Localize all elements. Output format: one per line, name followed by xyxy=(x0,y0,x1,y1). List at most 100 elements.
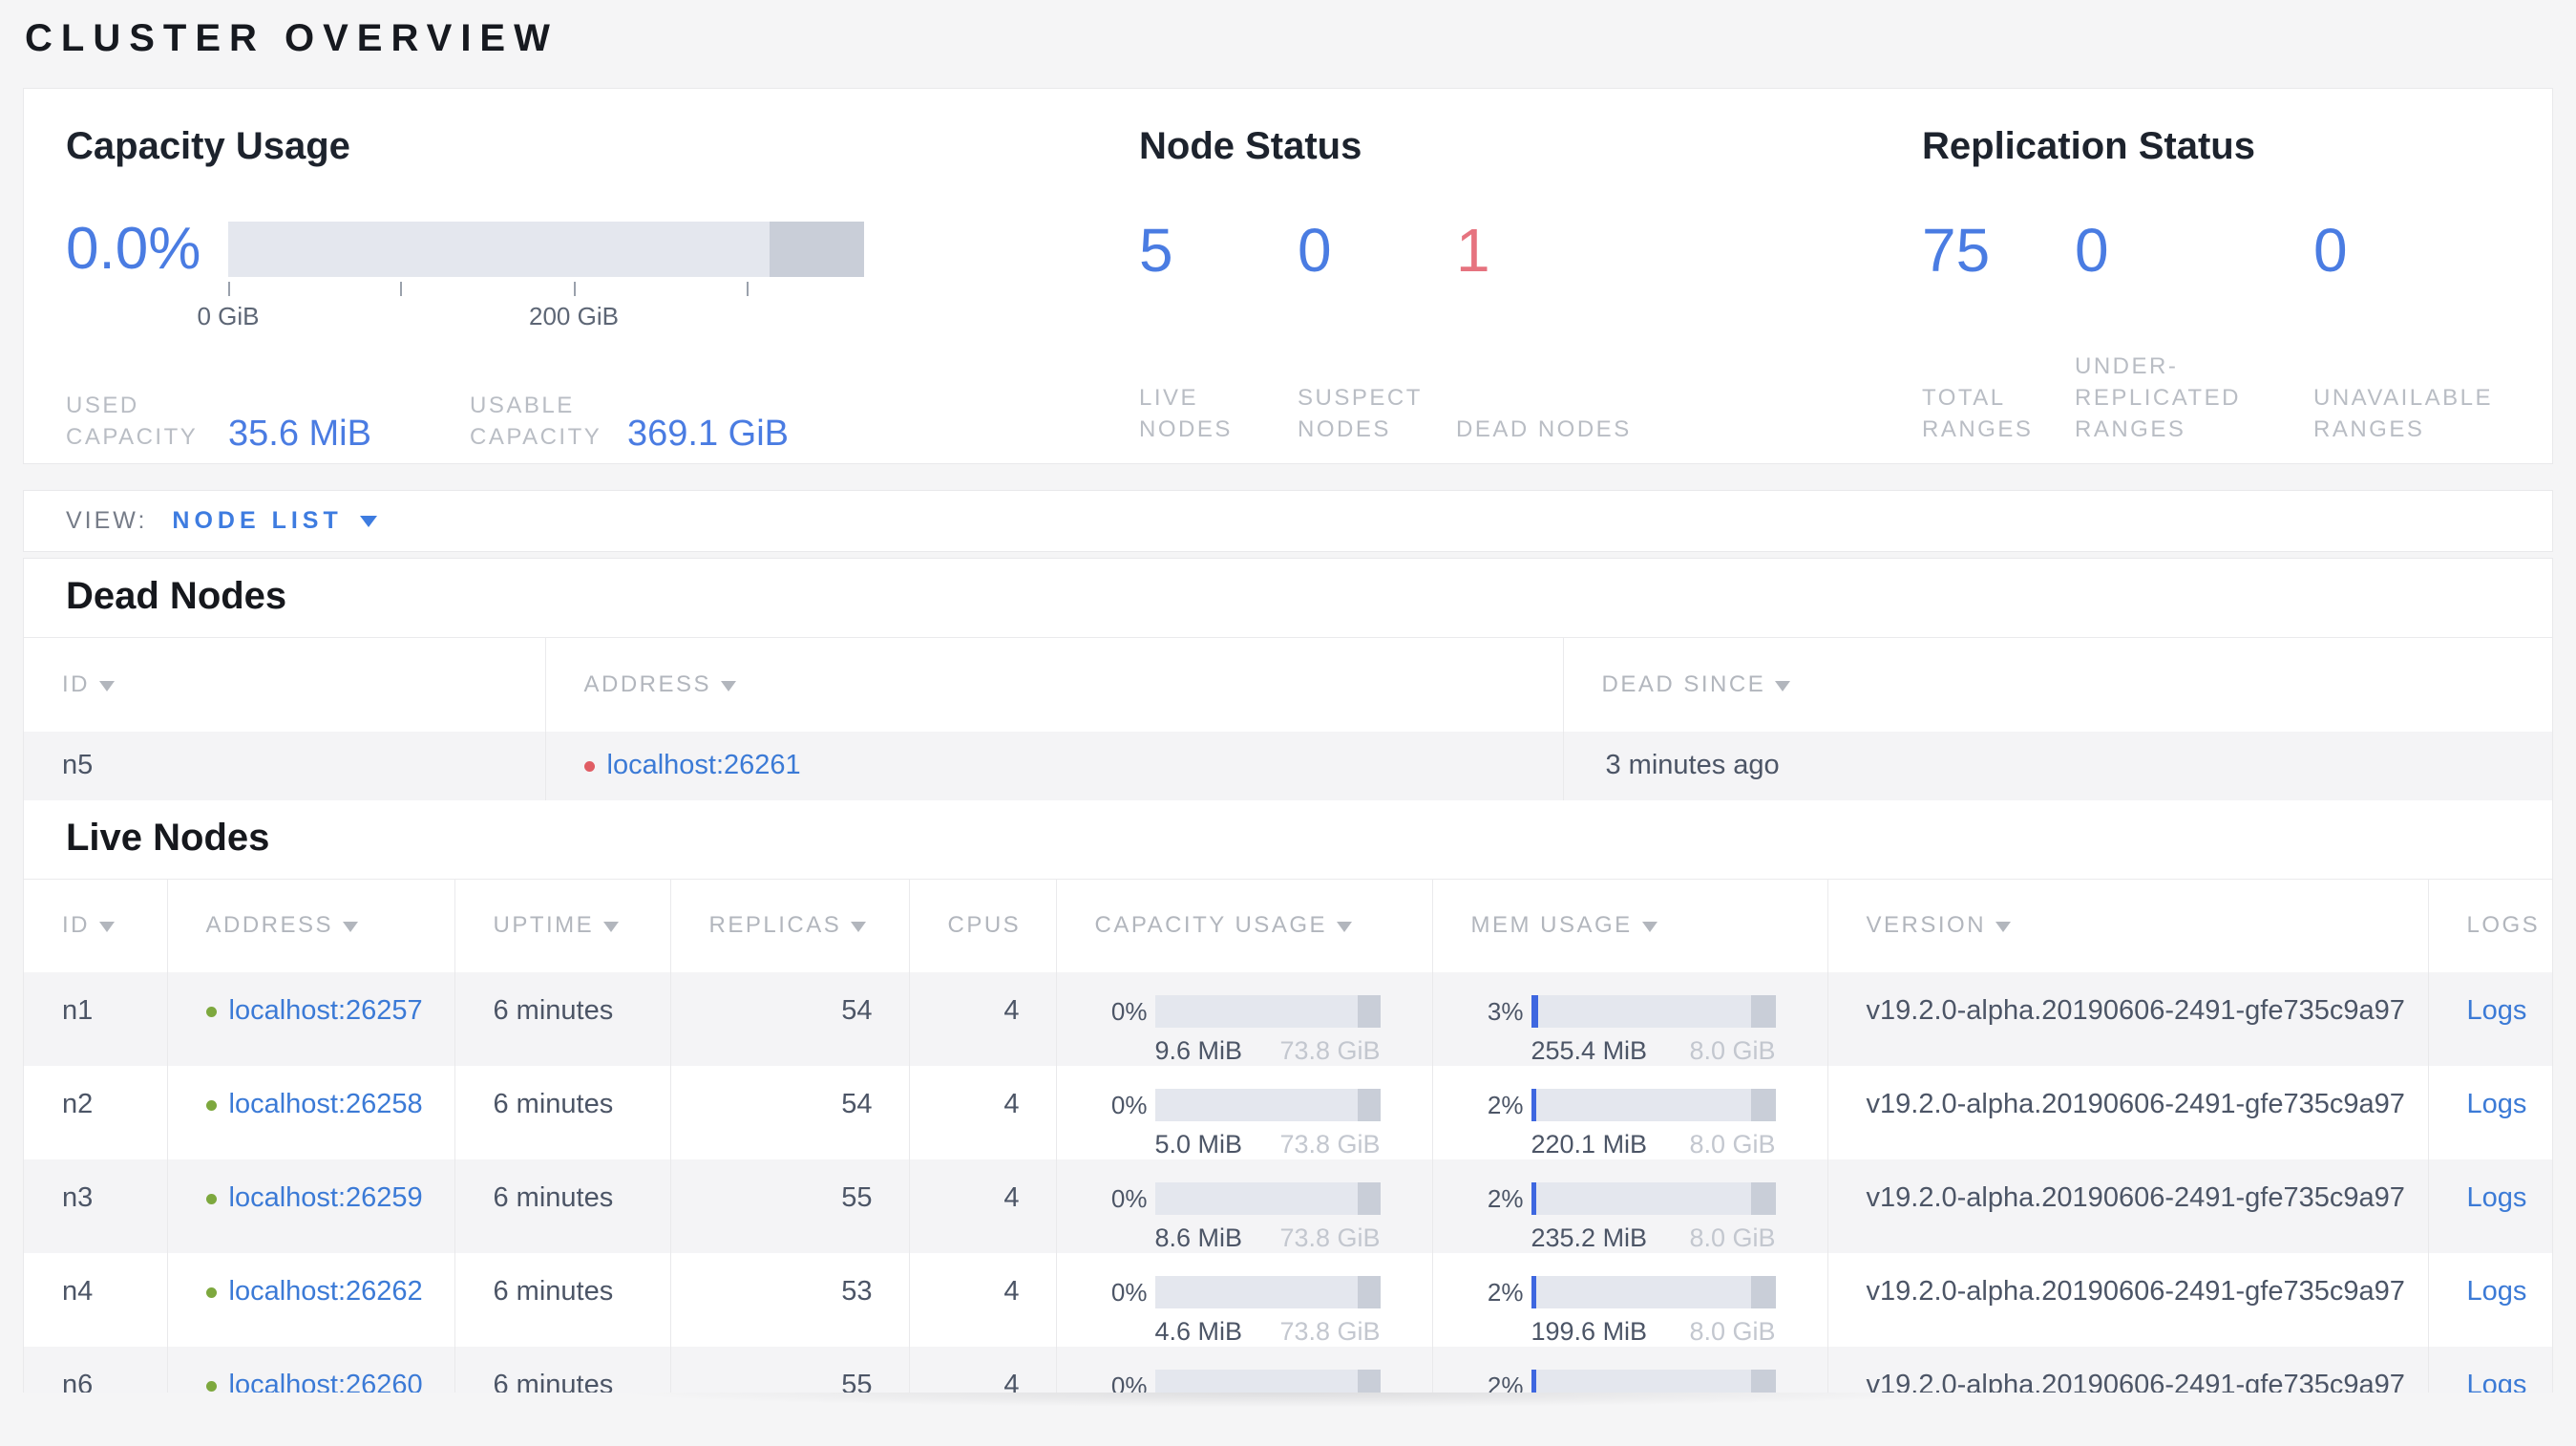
logs-link[interactable]: Logs xyxy=(2467,1276,2527,1307)
mem-used-fill xyxy=(1531,1182,1536,1215)
mem-other-segment xyxy=(1750,1276,1776,1308)
sort-desc-icon xyxy=(1641,922,1658,933)
capacity-used-value: 9.6 MiB xyxy=(1154,1036,1243,1065)
capacity-total-value: 73.8 GiB xyxy=(1279,1317,1381,1346)
logs-link[interactable]: Logs xyxy=(2467,995,2527,1026)
live-node-replicas: 55 xyxy=(670,1347,910,1393)
live-node-address-cell: localhost:26258 xyxy=(167,1066,455,1159)
live-node-uptime: 6 minutes xyxy=(454,1253,671,1347)
live-col-header-capacity-usage[interactable]: CAPACITY USAGE xyxy=(1056,878,1433,972)
live-node-address-link[interactable]: localhost:26258 xyxy=(229,1089,423,1119)
live-node-id: n4 xyxy=(24,1253,168,1347)
mem-usage-bar xyxy=(1531,1370,1776,1393)
capacity-total-value: 73.8 GiB xyxy=(1279,1223,1381,1252)
live-col-header-mem-usage[interactable]: MEM USAGE xyxy=(1432,878,1828,972)
node-status-title: Node Status xyxy=(1139,125,1362,167)
sort-desc-icon xyxy=(99,680,115,691)
live-nodes-heading: Live Nodes xyxy=(66,816,270,859)
suspect-nodes-stat: 0 SUSPECT NODES xyxy=(1298,218,1456,445)
logs-link[interactable]: Logs xyxy=(2467,1370,2527,1393)
capacity-total-value: 73.8 GiB xyxy=(1279,1036,1381,1065)
capacity-used-value: 4.6 MiB xyxy=(1154,1317,1243,1346)
capacity-percent: 0% xyxy=(1110,996,1148,1026)
live-node-cpus: 4 xyxy=(909,972,1057,1066)
live-node-version: v19.2.0-alpha.20190606-2491-gfe735c9a97 xyxy=(1827,1347,2429,1393)
live-col-header-address[interactable]: ADDRESS xyxy=(167,878,455,972)
suspect-nodes-label: SUSPECT NODES xyxy=(1298,385,1423,442)
mem-used-value: 235.2 MiB xyxy=(1531,1223,1648,1252)
view-dropdown[interactable]: NODE LIST xyxy=(172,507,377,535)
live-node-address-link[interactable]: localhost:26260 xyxy=(229,1370,423,1393)
live-node-logs-cell: Logs xyxy=(2428,1347,2552,1393)
live-col-header-replicas[interactable]: REPLICAS xyxy=(670,878,910,972)
capacity-other-segment xyxy=(1357,1370,1381,1393)
live-col-header-cpus[interactable]: CPUS xyxy=(909,878,1057,972)
capacity-gauge: 0.0% 0 GiB 200 GiB xyxy=(66,218,1097,330)
live-node-row: n2 localhost:26258 6 minutes 54 4 0% 5.0… xyxy=(24,1066,2552,1159)
dead-col-header-dead-since[interactable]: DEAD SINCE xyxy=(1563,637,2552,732)
capacity-bar-other-segment xyxy=(769,222,864,277)
sort-desc-icon xyxy=(1775,680,1791,691)
live-node-cpus: 4 xyxy=(909,1347,1057,1393)
live-node-address-link[interactable]: localhost:26262 xyxy=(229,1276,423,1307)
used-capacity-label: USED CAPACITY xyxy=(66,393,199,450)
cluster-overview-page: CLUSTER OVERVIEW Capacity Usage 0.0% 0 G… xyxy=(0,0,2576,1446)
chevron-down-icon xyxy=(359,515,377,527)
mem-total-value: 8.0 GiB xyxy=(1689,1223,1776,1252)
replication-status-section: Replication Status 75 TOTAL RANGES 0 UND… xyxy=(1922,125,2552,445)
dead-node-address-link[interactable]: localhost:26261 xyxy=(607,750,801,780)
capacity-bar-track xyxy=(228,222,864,277)
live-col-header-uptime[interactable]: UPTIME xyxy=(454,878,671,972)
view-selector-bar: VIEW: NODE LIST xyxy=(23,490,2553,552)
live-node-row: n6 localhost:26260 6 minutes 55 4 0% 2% … xyxy=(24,1347,2552,1393)
capacity-percent: 0% xyxy=(1110,1090,1148,1119)
dead-col-header-id[interactable]: ID xyxy=(24,637,546,732)
logs-link[interactable]: Logs xyxy=(2467,1182,2527,1213)
capacity-usage-bar xyxy=(1154,1370,1381,1393)
capacity-usage-bar xyxy=(1154,1276,1381,1308)
live-node-address-link[interactable]: localhost:26259 xyxy=(229,1182,423,1213)
live-node-uptime: 6 minutes xyxy=(454,1347,671,1393)
live-node-cpus: 4 xyxy=(909,1159,1057,1253)
live-node-address-cell: localhost:26259 xyxy=(167,1159,455,1253)
live-node-row: n3 localhost:26259 6 minutes 55 4 0% 8.6… xyxy=(24,1159,2552,1253)
total-ranges-stat: 75 TOTAL RANGES xyxy=(1922,218,2075,445)
live-node-logs-cell: Logs xyxy=(2428,972,2552,1066)
live-node-capacity-usage-cell: 0% 8.6 MiB 73.8 GiB xyxy=(1056,1159,1433,1253)
total-ranges-label: TOTAL RANGES xyxy=(1922,385,2034,442)
live-node-logs-cell: Logs xyxy=(2428,1066,2552,1159)
dead-col-header-address[interactable]: ADDRESS xyxy=(545,637,1564,732)
capacity-total-value: 73.8 GiB xyxy=(1279,1130,1381,1159)
used-capacity-value: 35.6 MiB xyxy=(228,414,371,454)
mem-usage-bar xyxy=(1531,1182,1776,1215)
mem-used-fill xyxy=(1531,1276,1536,1308)
sort-desc-icon xyxy=(1995,922,2012,933)
live-node-address-link[interactable]: localhost:26257 xyxy=(229,995,423,1026)
live-nodes-table: ID ADDRESS UPTIME REPLICAS CPUS CAPACITY… xyxy=(24,878,2552,1393)
live-node-row: n1 localhost:26257 6 minutes 54 4 0% 9.6… xyxy=(24,972,2552,1066)
live-col-header-logs[interactable]: LOGS xyxy=(2428,878,2552,972)
live-node-address-cell: localhost:26257 xyxy=(167,972,455,1066)
live-node-version: v19.2.0-alpha.20190606-2491-gfe735c9a97 xyxy=(1827,1253,2429,1347)
logs-link[interactable]: Logs xyxy=(2467,1089,2527,1119)
mem-total-value: 8.0 GiB xyxy=(1689,1317,1776,1346)
live-node-uptime: 6 minutes xyxy=(454,1066,671,1159)
capacity-other-segment xyxy=(1357,995,1381,1028)
under-replicated-ranges-count: 0 xyxy=(2075,216,2109,285)
live-node-row: n4 localhost:26262 6 minutes 53 4 0% 4.6… xyxy=(24,1253,2552,1347)
capacity-usage-bar xyxy=(1154,995,1381,1028)
capacity-other-segment xyxy=(1357,1089,1381,1121)
mem-usage-bar xyxy=(1531,1089,1776,1121)
mem-percent: 2% xyxy=(1487,1277,1524,1307)
live-col-header-id[interactable]: ID xyxy=(24,878,168,972)
node-list-section: Dead Nodes ID ADDRESS DEAD SINCE n5 loca… xyxy=(23,558,2553,1393)
mem-percent: 2% xyxy=(1487,1090,1524,1119)
live-node-mem-usage-cell: 2% 235.2 MiB 8.0 GiB xyxy=(1432,1159,1828,1253)
live-col-header-version[interactable]: VERSION xyxy=(1827,878,2429,972)
mem-total-value: 8.0 GiB xyxy=(1689,1036,1776,1065)
live-status-dot-icon xyxy=(205,1100,217,1111)
unavailable-ranges-count: 0 xyxy=(2313,216,2348,285)
mem-percent: 3% xyxy=(1487,996,1524,1026)
capacity-percent: 0% xyxy=(1110,1371,1148,1393)
live-status-dot-icon xyxy=(205,1381,217,1392)
